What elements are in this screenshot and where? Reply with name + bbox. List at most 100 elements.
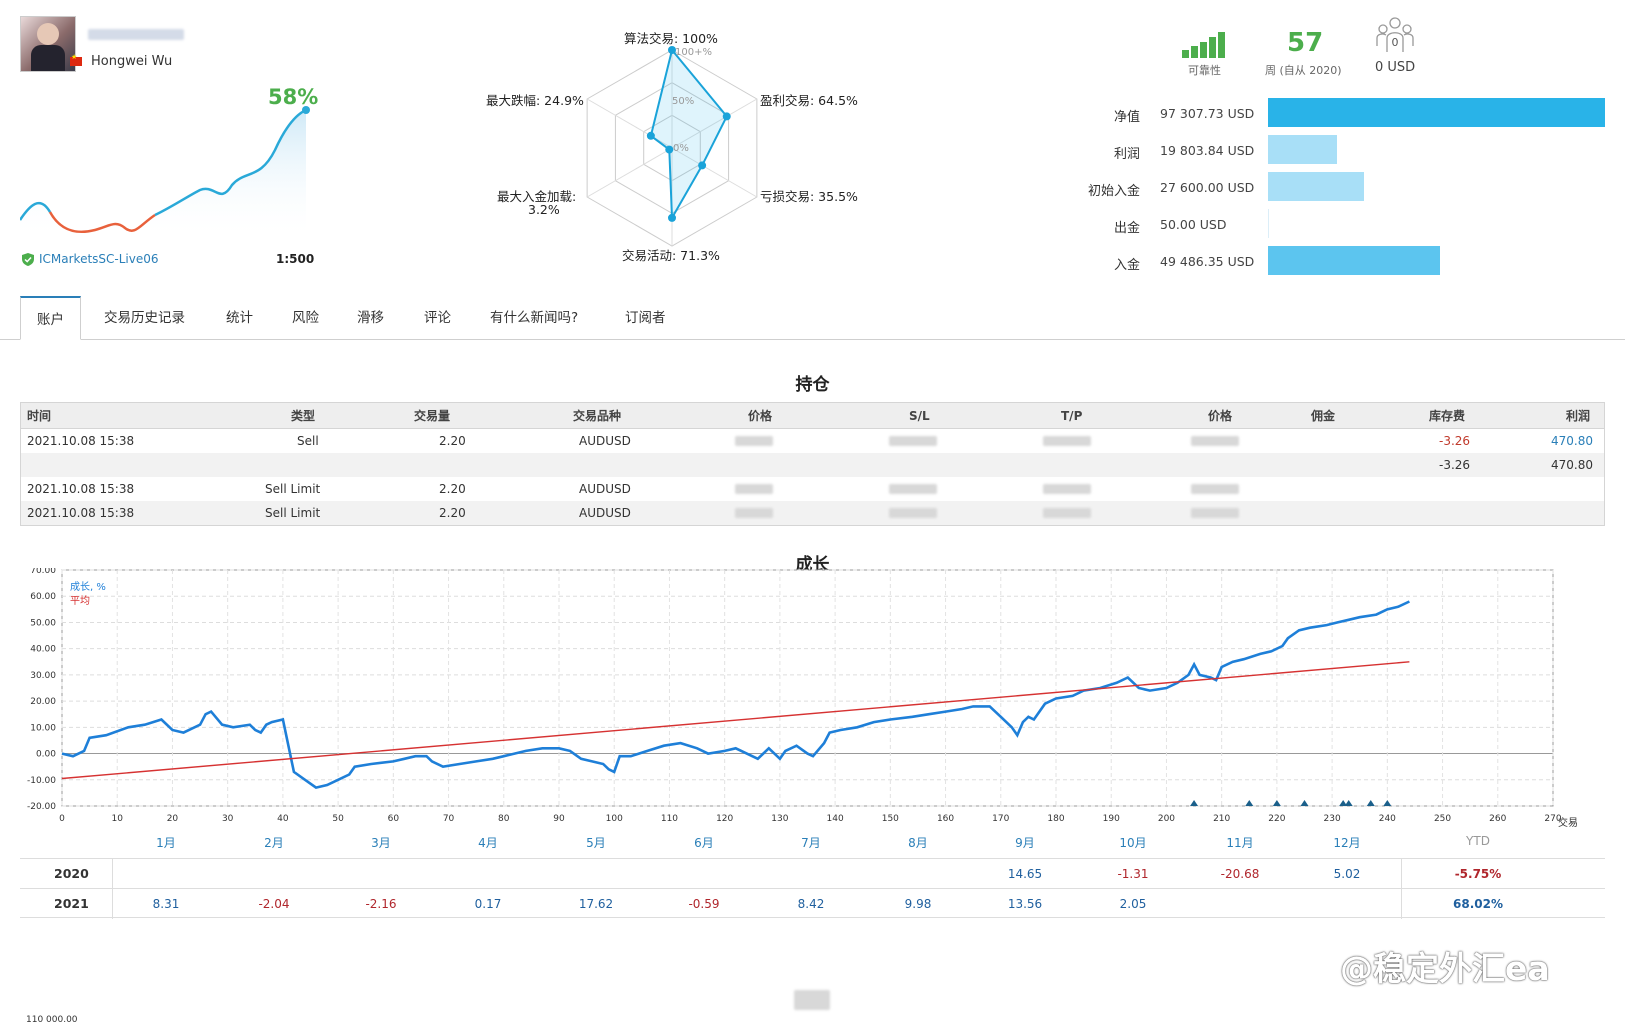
tab-subscribers[interactable]: 订阅者 bbox=[625, 296, 666, 340]
radar-scale-center: 0% bbox=[673, 143, 689, 154]
table-row-total: -3.26 470.80 bbox=[21, 453, 1604, 477]
row-time: 2021.10.08 15:38 bbox=[27, 434, 135, 448]
blurred-price bbox=[735, 436, 773, 446]
month-header: 7月 bbox=[801, 836, 821, 850]
x-tick-label: 160 bbox=[937, 814, 954, 824]
tab-trade-history[interactable]: 交易历史记录 bbox=[104, 296, 185, 340]
x-tick-label: 110 bbox=[661, 814, 678, 824]
col-symbol[interactable]: 交易品种 bbox=[573, 403, 621, 429]
total-profit: 470.80 bbox=[1551, 458, 1593, 472]
month-value: 17.62 bbox=[578, 897, 614, 911]
positions-table: 时间 类型 交易量 交易品种 价格 S/L T/P 价格 佣金 库存费 利润 2… bbox=[20, 402, 1605, 526]
tab-slippage[interactable]: 滑移 bbox=[357, 296, 384, 340]
divider bbox=[112, 859, 113, 889]
month-value: -0.59 bbox=[688, 897, 720, 911]
leverage: 1:500 bbox=[276, 252, 315, 266]
radar-scale-outer: 100+% bbox=[675, 47, 712, 58]
month-header: 11月 bbox=[1226, 836, 1254, 850]
row-time: 2021.10.08 15:38 bbox=[27, 506, 135, 520]
stat-label-profit: 利润 bbox=[1113, 147, 1140, 162]
col-price[interactable]: 价格 bbox=[748, 403, 772, 429]
col-volume[interactable]: 交易量 bbox=[414, 403, 450, 429]
tab-statistics[interactable]: 统计 bbox=[226, 296, 253, 340]
col-time[interactable]: 时间 bbox=[27, 403, 51, 429]
table-row[interactable]: 2021.10.08 15:38 Sell 2.20 AUDUSD -3.26 … bbox=[21, 429, 1604, 453]
x-tick-label: 70 bbox=[443, 814, 455, 824]
blurred-username bbox=[88, 29, 184, 40]
radar-label-activity: 交易活动: 71.3% bbox=[622, 248, 720, 263]
col-profit[interactable]: 利润 bbox=[1566, 403, 1590, 429]
col-price-current[interactable]: 价格 bbox=[1208, 403, 1232, 429]
month-header: 3月 bbox=[371, 836, 391, 850]
x-tick-label: 40 bbox=[277, 814, 289, 824]
blurred-price-current bbox=[1191, 508, 1239, 518]
x-tick-label: 240 bbox=[1379, 814, 1396, 824]
x-tick-label: 200 bbox=[1158, 814, 1175, 824]
month-header: 4月 bbox=[478, 836, 498, 850]
y-tick-label: 10.00 bbox=[30, 723, 56, 733]
legend-average: 平均 bbox=[70, 595, 90, 607]
tab-news[interactable]: 有什么新闻吗? bbox=[490, 296, 578, 340]
month-header: 2月 bbox=[264, 836, 284, 850]
user-name[interactable]: Hongwei Wu bbox=[91, 54, 172, 69]
tab-reviews[interactable]: 评论 bbox=[424, 296, 451, 340]
plot-area bbox=[61, 569, 1554, 807]
radar-point-3 bbox=[668, 213, 676, 222]
tab-account[interactable]: 账户 bbox=[20, 296, 81, 340]
monthly-row: 2020 14.65 -1.31 -20.68 5.02 -5.75% bbox=[20, 858, 1605, 889]
x-tick-label: 90 bbox=[553, 814, 565, 824]
y-tick-label: -10.00 bbox=[27, 776, 56, 786]
col-type[interactable]: 类型 bbox=[291, 403, 315, 429]
broker-name[interactable]: ICMarketsSC-Live06 bbox=[39, 252, 159, 266]
stat-bar-deposit bbox=[1268, 246, 1440, 275]
x-tick-label: 140 bbox=[827, 814, 844, 824]
weeks-value: 57 bbox=[1287, 28, 1324, 58]
col-commission[interactable]: 佣金 bbox=[1311, 403, 1335, 429]
radar-scale-mid: 50% bbox=[672, 96, 694, 107]
month-value: -2.04 bbox=[258, 897, 290, 911]
col-swap[interactable]: 库存费 bbox=[1429, 403, 1465, 429]
table-row[interactable]: 2021.10.08 15:38 Sell Limit 2.20 AUDUSD bbox=[21, 477, 1604, 501]
blurred-price bbox=[735, 484, 773, 494]
avatar[interactable] bbox=[20, 16, 76, 72]
verified-shield-icon bbox=[22, 252, 34, 266]
reliability-bars-icon[interactable] bbox=[1182, 32, 1232, 58]
radar-point-5 bbox=[646, 131, 655, 140]
x-tick-label: 230 bbox=[1324, 814, 1341, 824]
row-type: Sell bbox=[297, 434, 319, 448]
month-value: -20.68 bbox=[1220, 867, 1260, 881]
x-tick-label: 10 bbox=[111, 814, 123, 824]
broker-server[interactable]: ICMarketsSC-Live06 bbox=[22, 252, 159, 266]
subscribers-icon[interactable]: 0 bbox=[1375, 16, 1415, 56]
blurred-sl bbox=[889, 484, 937, 494]
x-tick-label: 50 bbox=[332, 814, 344, 824]
row-volume: 2.20 bbox=[439, 506, 466, 520]
col-tp[interactable]: T/P bbox=[1061, 403, 1082, 429]
legend-growth: 成长, % bbox=[70, 581, 106, 593]
radar-label-algo: 算法交易: 100% bbox=[624, 31, 718, 46]
subscribers-value: 0 USD bbox=[1375, 60, 1416, 75]
radar-label-profit-trades: 盈利交易: 64.5% bbox=[760, 93, 858, 108]
month-header: 8月 bbox=[908, 836, 928, 850]
radar-axis-4 bbox=[586, 147, 673, 198]
month-header: 12月 bbox=[1333, 836, 1361, 850]
ytd-value: 68.02% bbox=[1453, 897, 1503, 911]
blurred-tp bbox=[1043, 508, 1091, 518]
divider bbox=[112, 889, 113, 919]
tab-risk[interactable]: 风险 bbox=[292, 296, 319, 340]
radar-label-max-drawdown: 最大跌幅: 24.9% bbox=[486, 93, 584, 108]
stat-label-equity: 净值 bbox=[1113, 110, 1140, 125]
x-tick-label: 250 bbox=[1434, 814, 1451, 824]
tab-bar: 账户 交易历史记录 统计 风险 滑移 评论 有什么新闻吗? 订阅者 bbox=[0, 296, 1625, 340]
growth-chart[interactable]: 70.00 60.00 50.00 40.00 30.00 20.00 10.00 0.00 -… bbox=[0, 568, 1625, 858]
x-tick-label: 210 bbox=[1213, 814, 1230, 824]
table-row[interactable]: 2021.10.08 15:38 Sell Limit 2.20 AUDUSD bbox=[21, 501, 1604, 525]
row-symbol: AUDUSD bbox=[579, 482, 631, 496]
month-header: 6月 bbox=[694, 836, 714, 850]
weeks-label: 周 (自从 2020) bbox=[1265, 64, 1342, 77]
radar-label-loss-trades: 亏损交易: 35.5% bbox=[760, 189, 858, 204]
x-tick-label: 220 bbox=[1268, 814, 1285, 824]
row-swap: -3.26 bbox=[1439, 434, 1471, 448]
mini-chart-endpoint bbox=[302, 106, 310, 114]
col-sl[interactable]: S/L bbox=[909, 403, 930, 429]
